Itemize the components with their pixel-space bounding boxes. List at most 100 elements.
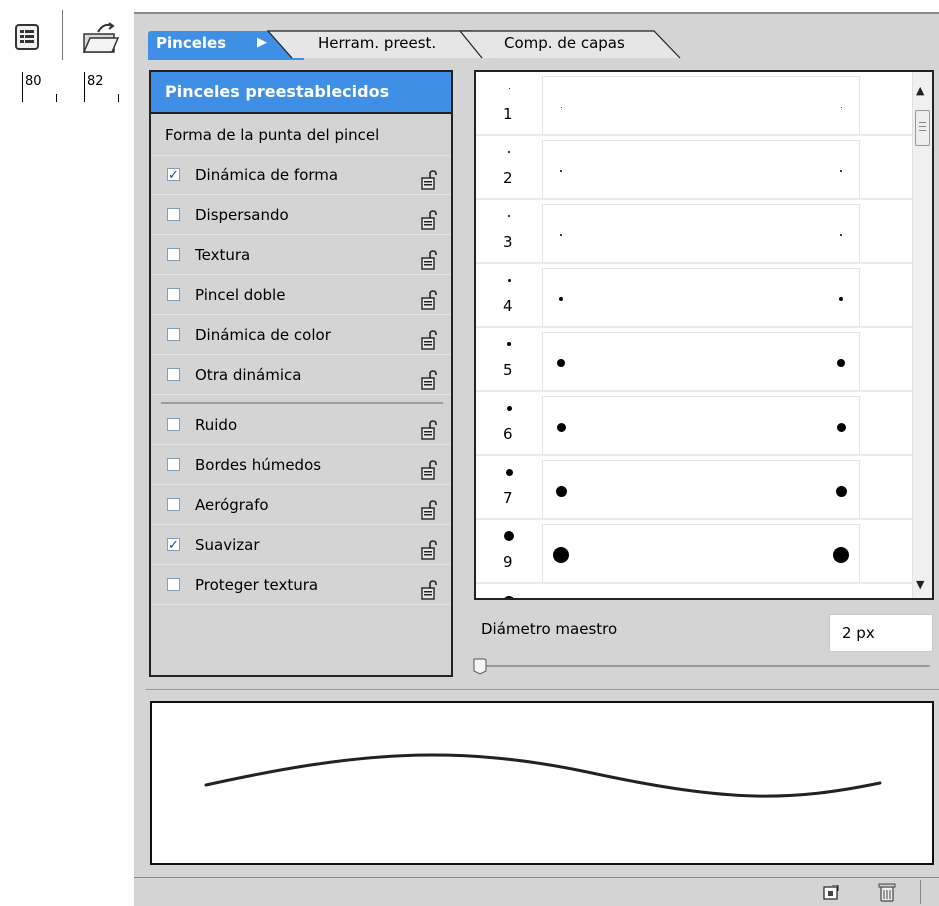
settings-checkbox[interactable]: [167, 208, 180, 221]
scrollbar[interactable]: ▲ ▼: [912, 72, 932, 598]
lock-icon[interactable]: [421, 286, 439, 310]
brush-tip-dot: [507, 278, 511, 282]
settings-item-label: Dinámica de forma: [195, 166, 339, 184]
stroke-end-dot: [835, 485, 847, 497]
stroke-end-dot: [837, 359, 845, 367]
stroke-start-dot: [560, 170, 562, 172]
scroll-thumb[interactable]: [915, 110, 930, 146]
settings-checkbox[interactable]: [167, 288, 180, 301]
tab-label: Herram. preest.: [318, 34, 437, 52]
trash-icon[interactable]: [878, 882, 896, 902]
brush-preset-item[interactable]: 1: [476, 72, 912, 136]
settings-checkbox[interactable]: [167, 248, 180, 261]
settings-checkbox[interactable]: [167, 418, 180, 431]
lock-icon[interactable]: [421, 456, 439, 480]
settings-checkbox[interactable]: [167, 328, 180, 341]
settings-checkbox[interactable]: [167, 157, 180, 195]
brush-preset-item[interactable]: 5: [476, 328, 912, 392]
stroke-end-dot: [833, 547, 849, 563]
tab-comp-de-capas[interactable]: Comp. de capas: [498, 29, 668, 60]
brush-thumbnail: 7: [476, 456, 538, 519]
settings-item[interactable]: Suavizar: [151, 526, 451, 565]
scroll-up-arrow-icon[interactable]: ▲: [916, 84, 924, 97]
brush-stroke-sample: [542, 204, 860, 263]
diameter-slider-track[interactable]: [482, 665, 930, 667]
lock-icon[interactable]: [421, 576, 439, 600]
brush-preset-item[interactable]: 3: [476, 200, 912, 264]
lock-icon[interactable]: [421, 166, 439, 190]
brush-preset-list[interactable]: 1 2 3 4 5 6 7 9 ▲ ▼: [474, 70, 934, 600]
panel-bottom-bar: [134, 877, 939, 906]
brush-thumbnail: 2: [476, 136, 538, 199]
folder-open-icon[interactable]: [80, 20, 120, 56]
tab-pinceles[interactable]: Pinceles ▶: [148, 29, 294, 60]
master-diameter-label: Diámetro maestro: [481, 620, 618, 638]
brush-stroke-sample: [542, 396, 860, 455]
settings-item[interactable]: Textura: [151, 236, 451, 275]
ruler-label: 82: [87, 74, 104, 89]
stroke-end-dot: [840, 170, 842, 172]
lock-icon[interactable]: [421, 496, 439, 520]
settings-item[interactable]: Proteger textura: [151, 566, 451, 605]
stroke-start-dot: [555, 485, 567, 497]
brush-presets-header[interactable]: Pinceles preestablecidos: [151, 72, 451, 114]
separator: [161, 402, 443, 404]
lock-icon[interactable]: [421, 366, 439, 390]
settings-item-label: Aerógrafo: [195, 496, 269, 514]
brush-thumbnail: 3: [476, 200, 538, 263]
arrow-right-icon: ▶: [257, 35, 267, 50]
brush-tip-dot: [505, 468, 513, 476]
lock-icon[interactable]: [421, 246, 439, 270]
settings-item[interactable]: Pincel doble: [151, 276, 451, 315]
lock-icon[interactable]: [421, 326, 439, 350]
resize-grip[interactable]: [920, 880, 921, 904]
brush-tip-dot: [506, 405, 512, 411]
left-toolbar-strip: [0, 0, 134, 905]
settings-item[interactable]: Dispersando: [151, 196, 451, 235]
brush-preset-item[interactable]: 2: [476, 136, 912, 200]
stroke-preview: [150, 701, 934, 865]
brush-tip-shape-item[interactable]: Forma de la punta del pincel: [151, 116, 451, 156]
brush-tip-dot: [504, 531, 514, 541]
brush-preset-item[interactable]: 7: [476, 456, 912, 520]
settings-checkbox[interactable]: [167, 458, 180, 471]
new-brush-icon[interactable]: [823, 884, 839, 900]
brush-stroke-sample: [542, 332, 860, 391]
stroke-start-dot: [556, 422, 566, 432]
settings-checkbox[interactable]: [167, 578, 180, 591]
diameter-slider-thumb[interactable]: [472, 657, 488, 675]
settings-item[interactable]: Ruido: [151, 406, 451, 445]
scroll-down-arrow-icon[interactable]: ▼: [916, 578, 924, 591]
settings-checkbox[interactable]: [167, 527, 180, 565]
settings-item[interactable]: Otra dinámica: [151, 356, 451, 395]
stroke-start-dot: [557, 359, 565, 367]
settings-item-label: Suavizar: [195, 536, 260, 554]
settings-item[interactable]: Bordes húmedos: [151, 446, 451, 485]
brush-thumbnail: 4: [476, 264, 538, 327]
lock-icon[interactable]: [421, 416, 439, 440]
document-icon[interactable]: [14, 24, 40, 50]
brush-size-label: 3: [503, 233, 513, 251]
brush-preset-item[interactable]: 6: [476, 392, 912, 456]
brush-thumbnail: 1: [476, 72, 538, 135]
brush-thumbnail: 6: [476, 392, 538, 455]
stroke-start-dot: [559, 297, 563, 301]
tab-herram-preest[interactable]: Herram. preest.: [310, 29, 470, 60]
settings-item[interactable]: Dinámica de color: [151, 316, 451, 355]
lock-icon[interactable]: [421, 536, 439, 560]
settings-checkbox[interactable]: [167, 368, 180, 381]
settings-item-label: Dinámica de color: [195, 326, 331, 344]
settings-checkbox[interactable]: [167, 498, 180, 511]
tab-label: Comp. de capas: [504, 34, 625, 52]
brush-size-label: 5: [503, 361, 513, 379]
master-diameter-input[interactable]: 2 px: [829, 614, 933, 652]
brush-preset-item[interactable]: 9: [476, 520, 912, 584]
brush-preset-item[interactable]: 4: [476, 264, 912, 328]
lock-icon[interactable]: [421, 206, 439, 230]
brush-size-label: 2: [503, 169, 513, 187]
brush-thumbnail: 9: [476, 520, 538, 583]
ruler-tick: [118, 94, 119, 102]
settings-item[interactable]: Dinámica de forma: [151, 156, 451, 195]
settings-item[interactable]: Aerógrafo: [151, 486, 451, 525]
section-divider: [146, 689, 939, 690]
